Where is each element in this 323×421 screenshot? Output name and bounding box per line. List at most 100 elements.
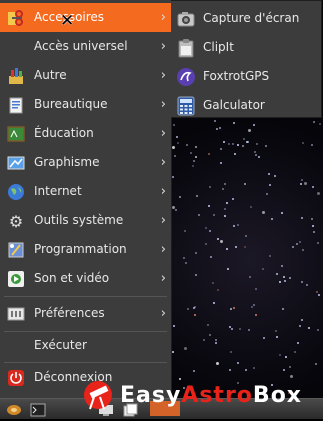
- star: [215, 339, 217, 341]
- multimedia-icon: [7, 270, 25, 288]
- star: [279, 354, 281, 356]
- star: [229, 326, 231, 328]
- scissors-icon: [7, 9, 25, 27]
- submenu-item-label: ClipIt: [203, 40, 234, 54]
- cursor-icon: ✕: [60, 11, 75, 31]
- star: [269, 255, 271, 257]
- star: [281, 265, 283, 267]
- star: [212, 282, 214, 284]
- menu-item-executer[interactable]: Exécuter: [0, 331, 171, 360]
- star: [313, 231, 315, 233]
- menu-item-label: Outils système: [34, 213, 124, 227]
- chevron-right-icon: ›: [160, 213, 166, 228]
- gps-icon: [176, 67, 196, 87]
- star: [245, 369, 247, 371]
- office-icon: [7, 96, 25, 114]
- chevron-right-icon: ›: [160, 242, 166, 257]
- star: [276, 273, 278, 275]
- submenu-item-clipit[interactable]: ClipIt: [171, 33, 322, 62]
- submenu-item-capture-ecran[interactable]: Capture d'écran: [171, 4, 322, 33]
- star: [283, 276, 285, 278]
- star: [258, 156, 260, 158]
- star: [237, 144, 239, 146]
- star: [190, 152, 192, 154]
- chevron-right-icon: ›: [160, 39, 166, 54]
- menu-item-label: Programmation: [34, 242, 127, 256]
- star: [184, 230, 186, 232]
- menu-item-son-et-video[interactable]: Son et vidéo ›: [0, 264, 171, 293]
- star: [302, 249, 304, 251]
- star: [317, 242, 319, 244]
- menu-item-autre[interactable]: Autre ›: [0, 61, 171, 90]
- star: [222, 188, 224, 190]
- star: [244, 246, 246, 248]
- screenshot-icon: [176, 9, 196, 29]
- menu-item-label: Son et vidéo: [34, 271, 110, 285]
- star: [239, 328, 241, 330]
- star: [210, 256, 212, 258]
- submenu-accessoires: Capture d'écran ClipIt FoxtrotGPS Galcul…: [171, 0, 322, 118]
- chevron-right-icon: ›: [160, 126, 166, 141]
- star: [262, 268, 264, 270]
- star: [300, 183, 302, 185]
- star: [173, 124, 175, 126]
- star: [231, 328, 233, 330]
- menu-item-education[interactable]: Éducation ›: [0, 119, 171, 148]
- star: [220, 162, 222, 164]
- chevron-right-icon: ›: [160, 68, 166, 83]
- brand-part-1: Easy: [120, 382, 182, 408]
- star: [306, 284, 308, 286]
- star: [304, 182, 307, 185]
- menu-item-outils-systeme[interactable]: ⚙ Outils système ›: [0, 206, 171, 235]
- star: [216, 362, 219, 365]
- star: [279, 281, 281, 283]
- star: [275, 330, 277, 332]
- star: [193, 160, 195, 162]
- telescope-icon: [84, 381, 112, 410]
- star: [262, 211, 265, 214]
- app-menu-button[interactable]: [6, 402, 22, 416]
- star: [224, 215, 226, 217]
- menu-item-label: Éducation: [34, 126, 94, 140]
- star: [319, 123, 321, 125]
- star: [268, 173, 270, 175]
- star: [315, 363, 317, 365]
- menu-item-accessoires[interactable]: Accessoires ›: [0, 3, 171, 32]
- star: [235, 246, 237, 248]
- star: [301, 179, 303, 181]
- menu-item-acces-universel[interactable]: Accès universel ›: [0, 32, 171, 61]
- submenu-item-foxtrotgps[interactable]: FoxtrotGPS: [171, 62, 322, 91]
- star: [173, 325, 175, 327]
- star: [248, 329, 250, 331]
- submenu-item-galculator[interactable]: Galculator: [171, 91, 322, 120]
- star: [296, 243, 298, 245]
- star: [253, 367, 255, 369]
- menu-item-internet[interactable]: Internet ›: [0, 177, 171, 206]
- star: [255, 288, 257, 290]
- star: [224, 208, 226, 210]
- star: [217, 238, 219, 240]
- chevron-right-icon: ›: [160, 155, 166, 170]
- star: [244, 183, 246, 185]
- star: [271, 218, 273, 220]
- menu-item-label: Accès universel: [34, 39, 128, 53]
- star: [312, 225, 314, 227]
- chevron-right-icon: ›: [160, 97, 166, 112]
- star: [172, 351, 174, 353]
- star: [219, 127, 221, 129]
- star: [311, 144, 313, 146]
- menu-item-graphisme[interactable]: Graphisme ›: [0, 148, 171, 177]
- star: [297, 342, 299, 344]
- globe-icon: [7, 183, 25, 201]
- star: [294, 351, 296, 353]
- menu-item-programmation[interactable]: Programmation ›: [0, 235, 171, 264]
- menu-item-preferences[interactable]: Préférences ›: [0, 299, 171, 328]
- terminal-icon[interactable]: [30, 402, 46, 417]
- star: [283, 369, 285, 371]
- star: [207, 324, 209, 326]
- star: [213, 214, 215, 216]
- star: [233, 225, 235, 227]
- menu-item-bureautique[interactable]: Bureautique ›: [0, 90, 171, 119]
- star: [230, 308, 232, 310]
- menu-item-label: Exécuter: [34, 338, 87, 352]
